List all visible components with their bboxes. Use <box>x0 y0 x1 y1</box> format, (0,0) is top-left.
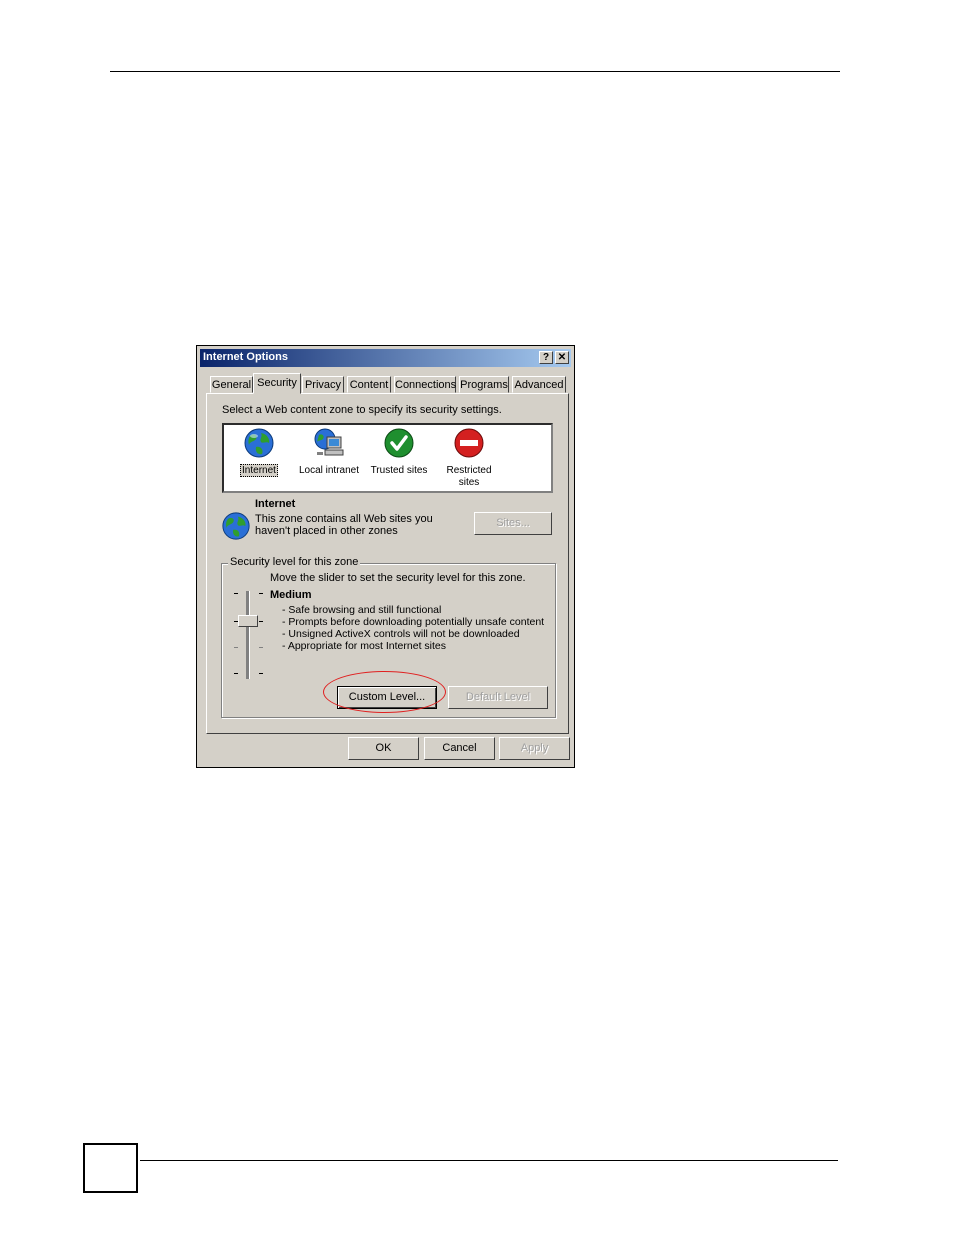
selected-zone-icon <box>221 511 251 544</box>
level-item: - Safe browsing and still functional <box>282 604 442 616</box>
page-number-box <box>83 1143 138 1193</box>
zone-label: Trusted sites <box>370 465 428 476</box>
tab-security[interactable]: Security <box>253 373 301 394</box>
internet-options-dialog: Internet Options ? ✕ General Security Pr… <box>196 345 575 768</box>
globe-icon <box>243 427 275 459</box>
security-slider-thumb[interactable] <box>238 615 258 627</box>
zone-local-intranet[interactable]: Local intranet <box>294 427 364 477</box>
zone-label-line-2: sites <box>458 477 480 488</box>
sites-button[interactable]: Sites... <box>474 512 552 535</box>
zone-internet[interactable]: Internet <box>224 427 294 477</box>
dialog-title: Internet Options <box>203 351 288 363</box>
cancel-button[interactable]: Cancel <box>424 737 495 760</box>
selected-zone-name: Internet <box>255 498 296 510</box>
slider-instruction: Move the slider to set the security leve… <box>270 572 526 584</box>
level-item: - Appropriate for most Internet sites <box>282 640 446 652</box>
tab-content[interactable]: Content <box>347 376 391 393</box>
title-bar: Internet Options ? ✕ <box>200 349 571 367</box>
slider-tick <box>259 673 263 674</box>
slider-tick <box>234 647 238 648</box>
zone-instruction: Select a Web content zone to specify its… <box>222 404 502 416</box>
no-entry-icon <box>453 427 485 459</box>
close-button[interactable]: ✕ <box>555 351 569 364</box>
tab-programs[interactable]: Programs <box>459 376 509 393</box>
security-level-name: Medium <box>270 589 312 601</box>
network-computer-icon <box>313 427 345 459</box>
level-item: - Prompts before downloading potentially… <box>282 616 545 628</box>
slider-tick <box>259 647 263 648</box>
slider-tick <box>234 673 238 674</box>
tab-connections[interactable]: Connections <box>394 376 456 393</box>
security-level-group-label: Security level for this zone <box>228 556 361 568</box>
zone-restricted-sites[interactable]: Restricted sites <box>434 427 504 489</box>
default-level-button[interactable]: Default Level <box>448 686 548 709</box>
zone-trusted-sites[interactable]: Trusted sites <box>364 427 434 477</box>
slider-tick <box>259 593 263 594</box>
zone-label: Local intranet <box>298 465 360 476</box>
checkmark-icon <box>383 427 415 459</box>
selected-zone-desc-2: haven't placed in other zones <box>255 525 398 537</box>
tab-privacy[interactable]: Privacy <box>302 376 344 393</box>
level-item: - Unsigned ActiveX controls will not be … <box>282 628 520 640</box>
page-header-rule <box>110 71 840 72</box>
help-button[interactable]: ? <box>539 351 553 364</box>
selected-zone-desc-1: This zone contains all Web sites you <box>255 513 433 525</box>
page-footer-rule <box>140 1160 838 1161</box>
zone-label: Restricted <box>446 465 492 476</box>
tab-advanced[interactable]: Advanced <box>512 376 566 393</box>
zone-list: Internet Local intranet Trusted sites Re… <box>222 423 553 493</box>
slider-tick <box>259 621 263 622</box>
zone-label: Internet <box>240 464 278 477</box>
slider-tick <box>234 593 238 594</box>
security-slider-track[interactable] <box>246 591 250 679</box>
apply-button[interactable]: Apply <box>499 737 570 760</box>
ok-button[interactable]: OK <box>348 737 419 760</box>
tab-general[interactable]: General <box>210 376 253 393</box>
custom-level-button[interactable]: Custom Level... <box>337 686 437 709</box>
